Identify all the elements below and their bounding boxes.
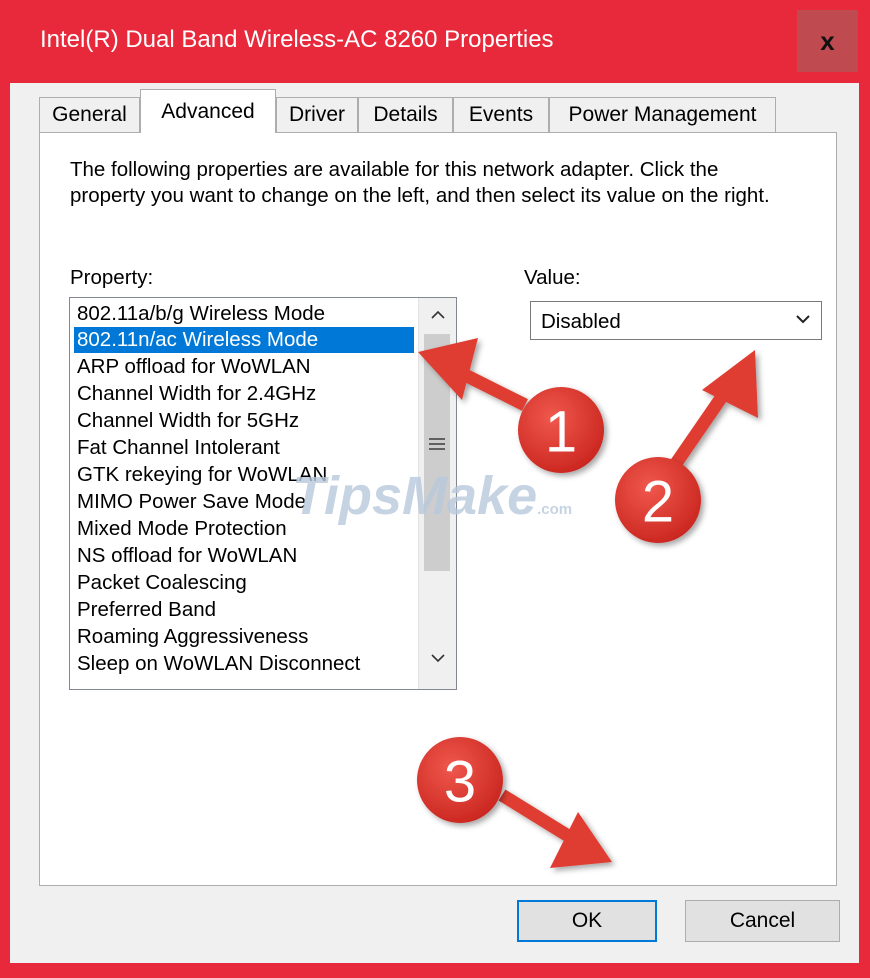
description-text: The following properties are available f…	[70, 158, 770, 207]
tab-details[interactable]: Details	[358, 97, 453, 132]
chevron-down-icon	[430, 653, 445, 662]
scroll-down-button[interactable]	[419, 642, 456, 674]
scroll-up-button[interactable]	[419, 298, 456, 330]
value-dropdown-selected: Disabled	[541, 310, 621, 333]
chevron-up-icon	[430, 310, 445, 319]
list-item[interactable]: Channel Width for 5GHz	[74, 408, 414, 434]
window-title: Intel(R) Dual Band Wireless-AC 8260 Prop…	[40, 26, 554, 53]
ok-button[interactable]: OK	[517, 900, 657, 942]
close-button[interactable]: x	[797, 10, 858, 72]
list-item[interactable]: Packet Coalescing	[74, 570, 414, 596]
tab-driver[interactable]: Driver	[276, 97, 358, 132]
property-label: Property:	[70, 266, 154, 289]
list-item[interactable]: NS offload for WoWLAN	[74, 543, 414, 569]
title-bar[interactable]: Intel(R) Dual Band Wireless-AC 8260 Prop…	[0, 0, 870, 83]
list-item[interactable]: Fat Channel Intolerant	[74, 435, 414, 461]
list-item[interactable]: Channel Width for 2.4GHz	[74, 381, 414, 407]
list-item[interactable]: Roaming Aggressiveness	[74, 624, 414, 650]
list-item[interactable]: Sleep on WoWLAN Disconnect	[74, 651, 414, 677]
watermark-logo: TipsMake.com	[292, 466, 573, 526]
list-item[interactable]: 802.11a/b/g Wireless Mode	[74, 301, 414, 327]
grip-icon	[429, 438, 445, 453]
tab-events[interactable]: Events	[453, 97, 549, 132]
list-item[interactable]: ARP offload for WoWLAN	[74, 354, 414, 380]
tab-general[interactable]: General	[39, 97, 140, 132]
tab-advanced[interactable]: Advanced	[140, 89, 276, 133]
list-item-selected[interactable]: 802.11n/ac Wireless Mode	[74, 327, 414, 353]
cancel-button[interactable]: Cancel	[685, 900, 840, 942]
list-item[interactable]: Preferred Band	[74, 597, 414, 623]
tab-power-management[interactable]: Power Management	[549, 97, 776, 132]
scroll-thumb[interactable]	[424, 334, 450, 571]
properties-dialog: Intel(R) Dual Band Wireless-AC 8260 Prop…	[0, 0, 870, 978]
value-label: Value:	[524, 266, 581, 289]
value-dropdown[interactable]: Disabled	[530, 301, 822, 340]
chevron-down-icon	[796, 315, 810, 324]
